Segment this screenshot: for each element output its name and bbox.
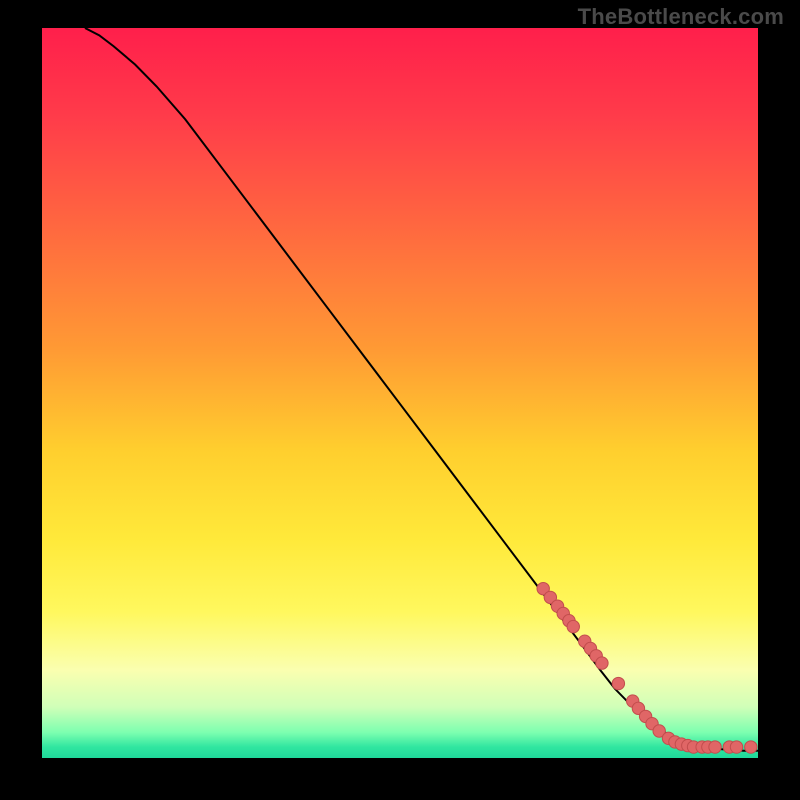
scatter-point (709, 741, 721, 753)
chart-svg (42, 28, 758, 758)
scatter-point (730, 741, 742, 753)
scatter-point (612, 677, 624, 689)
gradient-background (42, 28, 758, 758)
chart-container: TheBottleneck.com (0, 0, 800, 800)
scatter-point (567, 620, 579, 632)
scatter-point (745, 741, 757, 753)
plot-area (42, 28, 758, 758)
watermark-text: TheBottleneck.com (578, 4, 784, 30)
scatter-point (596, 657, 608, 669)
